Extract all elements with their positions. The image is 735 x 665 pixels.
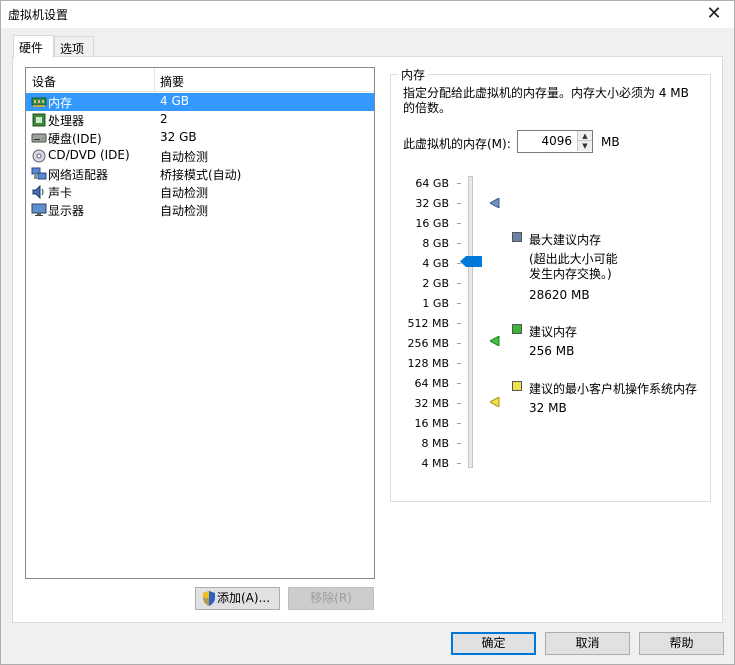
memory-group-title: 内存 xyxy=(398,66,429,83)
recommended-label: 建议内存 xyxy=(529,325,578,339)
device-summary: 32 GB xyxy=(160,130,197,144)
scale-tick xyxy=(457,203,461,204)
max-recommended-marker-icon xyxy=(490,198,500,208)
memory-slider-track[interactable] xyxy=(468,176,473,468)
max-recommended-value: 28620 MB xyxy=(529,288,590,302)
spin-down-icon[interactable]: ▼ xyxy=(577,141,592,151)
scale-tick xyxy=(457,183,461,184)
scale-label: 1 GB xyxy=(422,297,449,310)
cancel-button[interactable]: 取消 xyxy=(545,632,630,655)
scale-tick xyxy=(457,443,461,444)
add-device-label: 添加(A)... xyxy=(217,591,271,605)
scale-label: 16 GB xyxy=(415,217,449,230)
scale-label: 64 GB xyxy=(415,177,449,190)
memory-icon xyxy=(31,97,47,107)
min-recommended-legend-icon xyxy=(512,381,522,391)
device-summary: 4 GB xyxy=(160,94,189,108)
scale-tick xyxy=(457,383,461,384)
scale-tick xyxy=(457,223,461,224)
scale-tick xyxy=(457,403,461,404)
device-summary: 自动检测 xyxy=(160,204,209,218)
cd-dvd-icon xyxy=(32,149,46,163)
scale-label: 32 GB xyxy=(415,197,449,210)
scale-label: 256 MB xyxy=(407,337,449,350)
spin-up-icon[interactable]: ▲ xyxy=(577,131,592,141)
scale-tick xyxy=(457,283,461,284)
device-row-display[interactable]: 显示器 自动检测 xyxy=(26,201,374,219)
window-title: 虚拟机设置 xyxy=(8,8,69,22)
min-recommended-value: 32 MB xyxy=(529,401,567,415)
device-row-network-adapter[interactable]: 网络适配器 桥接模式(自动) xyxy=(26,165,374,183)
column-header-summary[interactable]: 摘要 xyxy=(160,73,184,90)
scale-tick xyxy=(457,323,461,324)
list-header: 设备 摘要 xyxy=(26,68,374,92)
memory-field-label: 此虚拟机的内存(M): xyxy=(403,137,511,151)
device-summary: 自动检测 xyxy=(160,186,209,200)
device-row-hard-disk[interactable]: 硬盘(IDE) 32 GB xyxy=(26,129,374,147)
ok-button[interactable]: 确定 xyxy=(451,632,536,655)
device-name: 硬盘(IDE) xyxy=(48,132,102,146)
device-summary: 桥接模式(自动) xyxy=(160,168,242,182)
scale-label: 32 MB xyxy=(414,397,449,410)
device-summary: 自动检测 xyxy=(160,150,209,164)
device-row-memory[interactable]: 内存 4 GB xyxy=(26,93,374,111)
tab-hardware[interactable]: 硬件 xyxy=(13,35,54,58)
scale-label: 128 MB xyxy=(407,357,449,370)
scale-label: 8 MB xyxy=(421,437,449,450)
device-row-sound-card[interactable]: 声卡 自动检测 xyxy=(26,183,374,201)
scale-label: 2 GB xyxy=(422,277,449,290)
tab-options[interactable]: 选项 xyxy=(54,36,94,58)
device-name: 显示器 xyxy=(48,204,85,218)
scale-tick xyxy=(457,363,461,364)
min-recommended-label: 建议的最小客户机操作系统内存 xyxy=(529,382,698,396)
max-recommended-note: (超出此大小可能 xyxy=(529,252,618,266)
memory-unit: MB xyxy=(601,135,620,149)
scale-label: 512 MB xyxy=(407,317,449,330)
recommended-marker-icon xyxy=(490,336,500,346)
device-name: 处理器 xyxy=(48,114,85,128)
help-button[interactable]: 帮助 xyxy=(639,632,724,655)
sound-card-icon xyxy=(32,185,44,199)
memory-description: 指定分配给此虚拟机的内存量。内存大小必须为 4 MB 的倍数。 xyxy=(403,86,689,115)
memory-slider-thumb[interactable] xyxy=(460,256,482,267)
column-divider[interactable] xyxy=(154,68,155,92)
device-list[interactable]: 设备 摘要 内存 4 GB 处理器 2 硬盘(IDE) 32 GB CD/DVD… xyxy=(25,67,375,579)
device-row-cd-dvd[interactable]: CD/DVD (IDE) 自动检测 xyxy=(26,147,374,165)
scale-tick xyxy=(457,423,461,424)
recommended-legend-icon xyxy=(512,324,522,334)
scale-label: 16 MB xyxy=(414,417,449,430)
max-recommended-note: 发生内存交换。) xyxy=(529,267,612,281)
scale-tick xyxy=(457,303,461,304)
scale-label: 8 GB xyxy=(422,237,449,250)
recommended-value: 256 MB xyxy=(529,344,575,358)
scale-tick xyxy=(457,343,461,344)
scale-tick xyxy=(457,243,461,244)
device-name: 网络适配器 xyxy=(48,168,109,182)
device-summary: 2 xyxy=(160,112,168,126)
device-name: CD/DVD (IDE) xyxy=(48,148,130,162)
add-device-button[interactable]: 添加(A)... xyxy=(195,587,280,610)
display-icon xyxy=(31,203,47,216)
remove-device-button[interactable]: 移除(R) xyxy=(288,587,374,610)
max-recommended-label: 最大建议内存 xyxy=(529,233,602,247)
network-adapter-icon xyxy=(31,167,47,180)
min-recommended-marker-icon xyxy=(490,397,500,407)
device-name: 内存 xyxy=(48,96,73,110)
device-row-processor[interactable]: 处理器 2 xyxy=(26,111,374,129)
close-icon[interactable]: ✕ xyxy=(704,4,724,24)
scale-tick xyxy=(457,463,461,464)
max-recommended-legend-icon xyxy=(512,232,522,242)
device-name: 声卡 xyxy=(48,186,73,200)
processor-icon xyxy=(32,113,46,127)
title-bar: 虚拟机设置 ✕ xyxy=(1,1,734,28)
column-header-device[interactable]: 设备 xyxy=(32,73,56,90)
scale-label: 4 GB xyxy=(422,257,449,270)
hard-disk-icon xyxy=(31,133,47,143)
memory-value[interactable]: 4096 xyxy=(541,134,572,148)
scale-label: 4 MB xyxy=(421,457,449,470)
scale-label: 64 MB xyxy=(414,377,449,390)
memory-spinbox[interactable]: 4096 ▲ ▼ xyxy=(517,130,593,153)
shield-icon xyxy=(203,591,215,606)
